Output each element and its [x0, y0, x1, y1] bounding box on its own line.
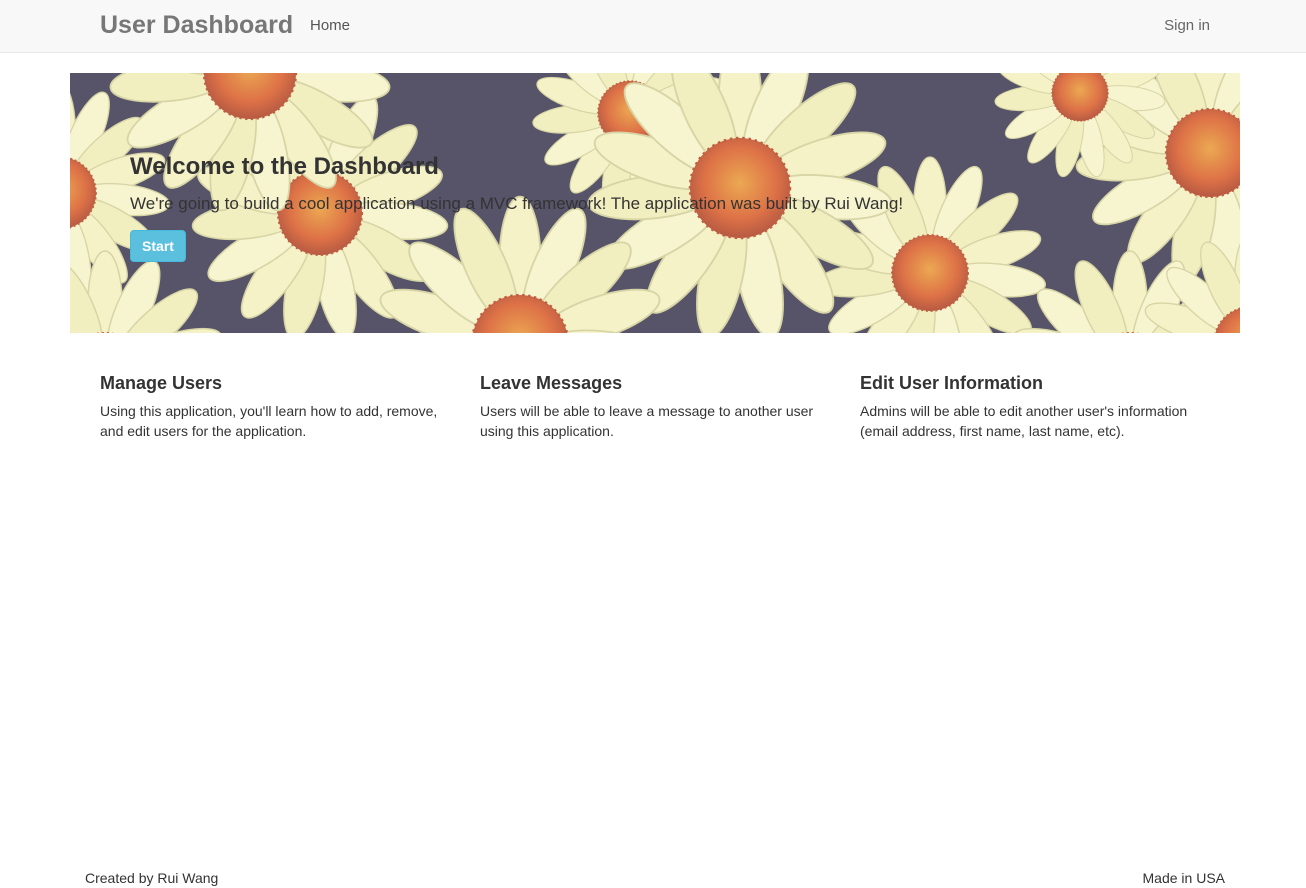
feature-text: Admins will be able to edit another user…	[860, 403, 1188, 439]
hero-title: Welcome to the Dashboard	[130, 153, 439, 180]
feature-edit-user-information: Edit User Information Admins will be abl…	[860, 372, 1220, 441]
feature-leave-messages: Leave Messages Users will be able to lea…	[480, 372, 840, 441]
brand-link[interactable]: User Dashboard	[100, 9, 293, 41]
footer-credit: Created by Rui Wang	[85, 870, 219, 886]
hero-description: We're going to build a cool application …	[130, 194, 904, 213]
footer-origin: Made in USA	[1142, 870, 1225, 886]
feature-manage-users: Manage Users Using this application, you…	[100, 372, 460, 441]
top-navbar: User Dashboard Home Sign in	[0, 0, 1306, 53]
feature-title: Manage Users	[100, 373, 223, 393]
nav-home-link[interactable]: Home	[310, 17, 350, 35]
feature-text: Using this application, you'll learn how…	[100, 403, 438, 439]
start-button[interactable]: Start	[130, 230, 186, 262]
feature-text: Users will be able to leave a message to…	[480, 403, 814, 439]
sign-in-link[interactable]: Sign in	[1164, 17, 1210, 35]
feature-title: Leave Messages	[480, 373, 623, 393]
feature-title: Edit User Information	[860, 373, 1044, 393]
hero-banner: Welcome to the Dashboard We're going to …	[70, 73, 1240, 333]
